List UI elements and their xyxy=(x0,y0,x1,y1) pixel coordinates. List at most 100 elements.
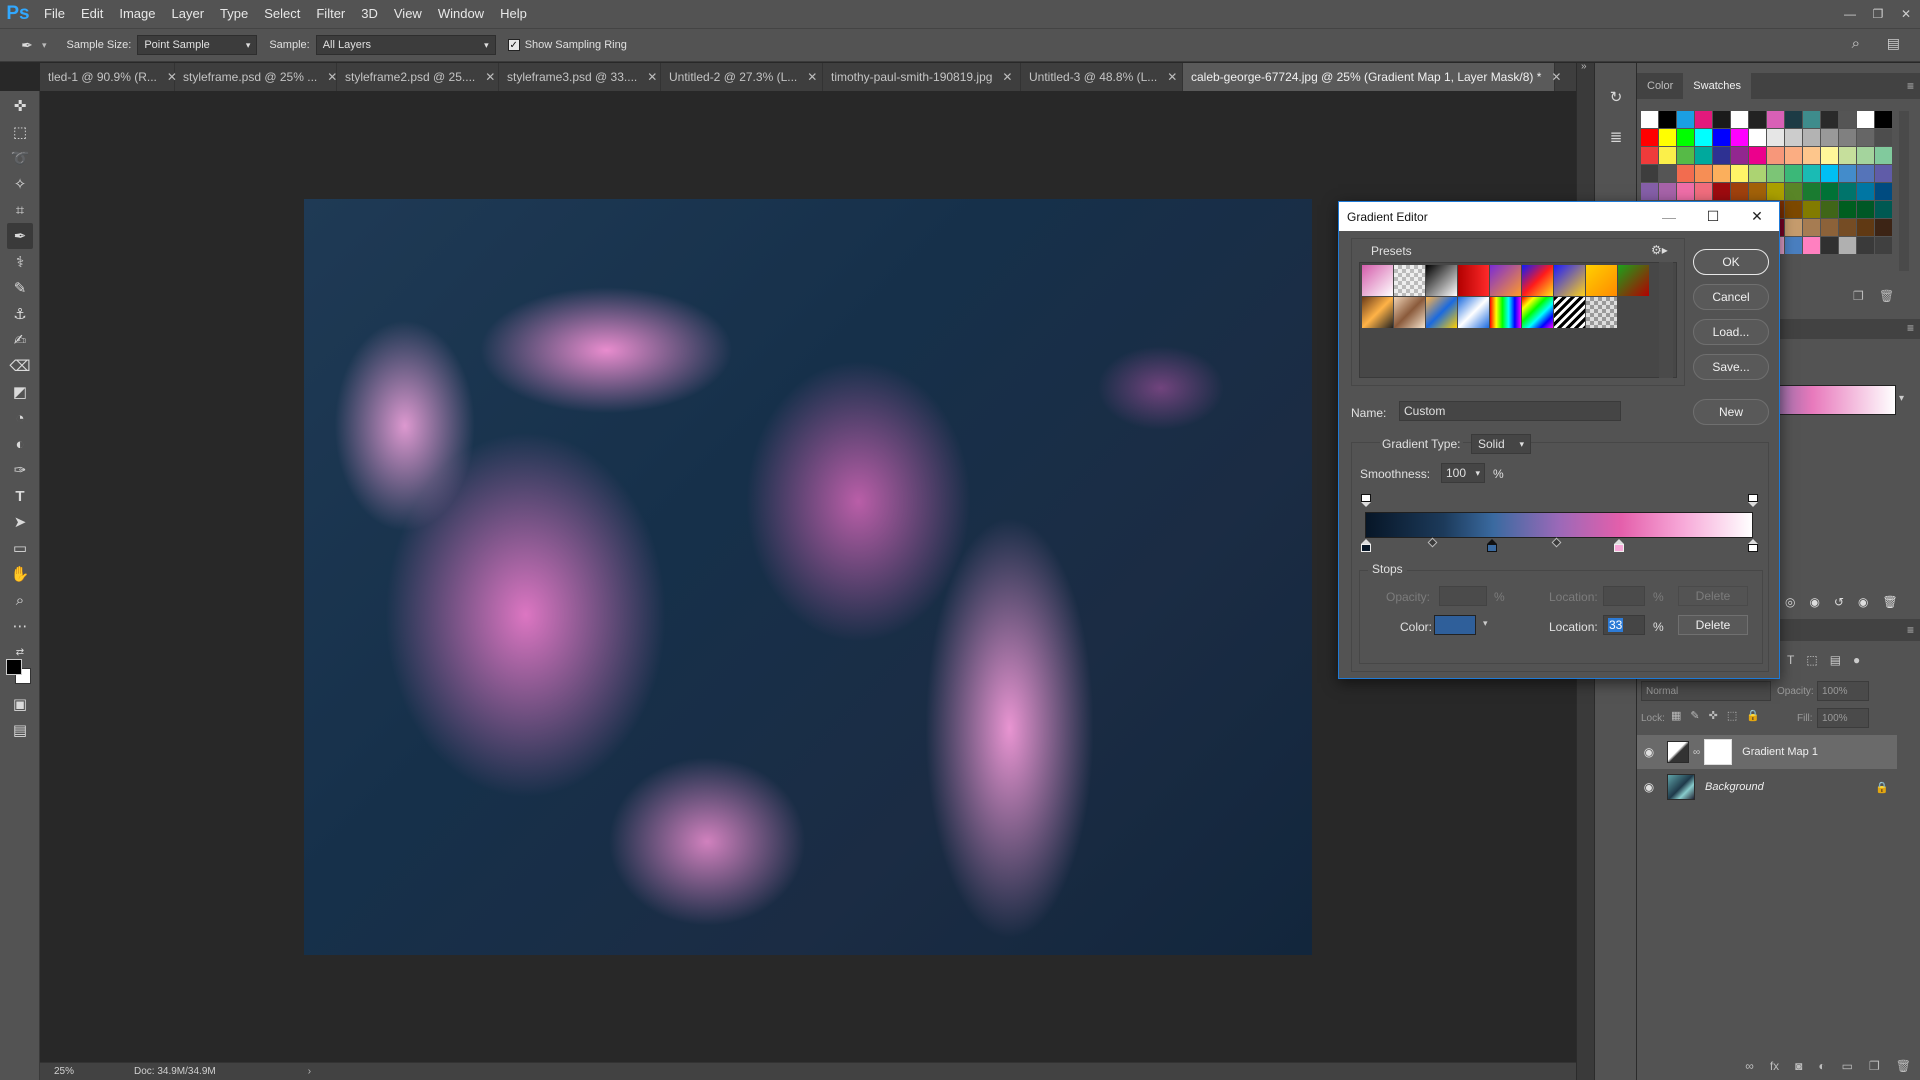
color-swatch[interactable] xyxy=(1695,111,1712,128)
sample-size-select[interactable]: Point Sample ▾ xyxy=(137,35,258,55)
restore-icon[interactable]: ❐ xyxy=(1864,0,1892,28)
opacity-input[interactable]: 100% xyxy=(1817,681,1869,701)
menu-type[interactable]: Type xyxy=(212,0,256,28)
ok-button[interactable]: OK xyxy=(1693,249,1769,275)
foreground-color-swatch[interactable] xyxy=(6,659,22,675)
close-icon[interactable]: ✕ xyxy=(647,70,657,84)
gradient-preset[interactable] xyxy=(1586,265,1617,296)
doc-tab-active[interactable]: caleb-george-67724.jpg @ 25% (Gradient M… xyxy=(1183,63,1561,91)
color-swatch[interactable] xyxy=(1677,165,1694,182)
menu-file[interactable]: File xyxy=(36,0,73,28)
doc-tab[interactable]: Untitled-2 @ 27.3% (L... ✕ xyxy=(661,63,823,91)
gradient-preset[interactable] xyxy=(1426,265,1457,296)
gradient-preset[interactable] xyxy=(1522,265,1553,296)
add-mask-icon[interactable]: ◙ xyxy=(1795,1059,1802,1073)
workspace-icon[interactable]: ▤ xyxy=(1887,35,1900,52)
color-swatch[interactable] xyxy=(1875,201,1892,218)
close-icon[interactable]: ✕ xyxy=(1167,70,1177,84)
color-swatch[interactable] xyxy=(1803,111,1820,128)
color-swatch[interactable] xyxy=(1821,111,1838,128)
properties-panel-icon[interactable]: ≣ xyxy=(1604,125,1628,149)
shape-filter-icon[interactable]: ⬚ xyxy=(1806,653,1817,667)
color-swatch[interactable] xyxy=(1803,201,1820,218)
color-swatch[interactable] xyxy=(1749,111,1766,128)
chevron-down-icon[interactable]: ▾ xyxy=(1899,393,1904,404)
clip-icon[interactable]: ◎ xyxy=(1785,595,1795,609)
smart-object-filter-icon[interactable]: ▤ xyxy=(1830,653,1841,667)
panel-menu-icon[interactable]: ≡ xyxy=(1907,79,1914,93)
swatches-scrollbar[interactable] xyxy=(1899,111,1909,271)
fx-icon[interactable]: fx xyxy=(1770,1059,1779,1073)
color-swatch[interactable] xyxy=(1821,183,1838,200)
eyedropper-tool-icon[interactable]: ✒ xyxy=(7,223,33,249)
color-swatch[interactable] xyxy=(1659,165,1676,182)
gradient-preset[interactable] xyxy=(1394,265,1425,296)
type-filter-icon[interactable]: T xyxy=(1787,653,1794,667)
color-swatch[interactable] xyxy=(1839,219,1856,236)
link-icon[interactable]: ∞ xyxy=(1693,747,1700,758)
color-swatch[interactable] xyxy=(1713,129,1730,146)
trash-icon[interactable]: 🗑 xyxy=(1896,1059,1911,1073)
color-swatch[interactable] xyxy=(1821,219,1838,236)
magic-wand-tool-icon[interactable]: ✧ xyxy=(7,171,33,197)
chevron-down-icon[interactable]: ▾ xyxy=(1483,618,1488,629)
color-swatch[interactable] xyxy=(1821,237,1838,254)
color-swatch[interactable] xyxy=(1821,147,1838,164)
color-swatch[interactable] xyxy=(1749,147,1766,164)
chevron-down-icon[interactable]: ▾ xyxy=(1475,468,1480,479)
color-swatch[interactable] xyxy=(1641,183,1658,200)
close-icon[interactable]: ✕ xyxy=(807,70,817,84)
healing-brush-tool-icon[interactable]: ⚕ xyxy=(7,249,33,275)
color-swatch[interactable] xyxy=(1695,183,1712,200)
color-swatch[interactable] xyxy=(1785,129,1802,146)
more-tools-icon[interactable]: ⋯ xyxy=(7,613,33,639)
color-swatch[interactable] xyxy=(1677,147,1694,164)
color-swatch[interactable] xyxy=(1839,237,1856,254)
menu-select[interactable]: Select xyxy=(256,0,308,28)
color-swatch[interactable] xyxy=(1641,129,1658,146)
gradient-preset[interactable] xyxy=(1490,265,1521,296)
gradient-preset[interactable] xyxy=(1458,265,1489,296)
quick-mask-icon[interactable]: ▣ xyxy=(7,691,33,717)
gradient-preset[interactable] xyxy=(1618,265,1649,296)
zoom-tool-icon[interactable]: ⌕ xyxy=(7,587,33,613)
move-tool-icon[interactable]: ✜ xyxy=(7,93,33,119)
color-swatch[interactable] xyxy=(1695,129,1712,146)
color-swatch[interactable] xyxy=(1803,183,1820,200)
presets-scrollbar[interactable] xyxy=(1659,262,1673,378)
new-layer-icon[interactable]: ❐ xyxy=(1869,1059,1880,1073)
lock-all-icon[interactable]: 🔒 xyxy=(1746,709,1760,722)
color-swatch[interactable] xyxy=(1641,165,1658,182)
color-swatch[interactable] xyxy=(1839,201,1856,218)
color-swatch[interactable] xyxy=(1659,111,1676,128)
minimize-icon[interactable]: — xyxy=(1836,0,1864,28)
eraser-tool-icon[interactable]: ⌫ xyxy=(7,353,33,379)
color-swatch[interactable] xyxy=(1875,147,1892,164)
delete-color-stop-button[interactable]: Delete xyxy=(1678,615,1748,635)
color-stop[interactable] xyxy=(1614,539,1624,553)
lasso-tool-icon[interactable]: ➰ xyxy=(7,145,33,171)
crop-tool-icon[interactable]: ⌗ xyxy=(7,197,33,223)
color-swatch[interactable] xyxy=(1839,183,1856,200)
menu-layer[interactable]: Layer xyxy=(164,0,213,28)
reset-icon[interactable]: ↺ xyxy=(1834,595,1844,609)
close-icon[interactable]: ✕ xyxy=(1002,70,1012,84)
menu-3d[interactable]: 3D xyxy=(353,0,386,28)
lock-position-icon[interactable]: ✜ xyxy=(1709,709,1718,722)
collapse-arrows-icon[interactable]: » xyxy=(1581,61,1587,72)
opacity-stop-right[interactable] xyxy=(1748,494,1758,508)
sample-select[interactable]: All Layers ▾ xyxy=(315,35,496,55)
chevron-down-icon[interactable]: ▾ xyxy=(42,40,47,51)
menu-view[interactable]: View xyxy=(386,0,430,28)
paint-bucket-tool-icon[interactable]: ◩ xyxy=(7,379,33,405)
color-swatch[interactable] xyxy=(1821,165,1838,182)
gradient-preset[interactable] xyxy=(1362,265,1393,296)
color-swatch[interactable] xyxy=(1803,237,1820,254)
rectangle-tool-icon[interactable]: ▭ xyxy=(7,535,33,561)
color-swatch[interactable] xyxy=(1857,183,1874,200)
lock-artboard-icon[interactable]: ⬚ xyxy=(1727,709,1737,722)
color-swatch[interactable] xyxy=(1875,165,1892,182)
menu-filter[interactable]: Filter xyxy=(308,0,353,28)
color-swatch[interactable] xyxy=(1767,147,1784,164)
color-swatch[interactable] xyxy=(1767,183,1784,200)
